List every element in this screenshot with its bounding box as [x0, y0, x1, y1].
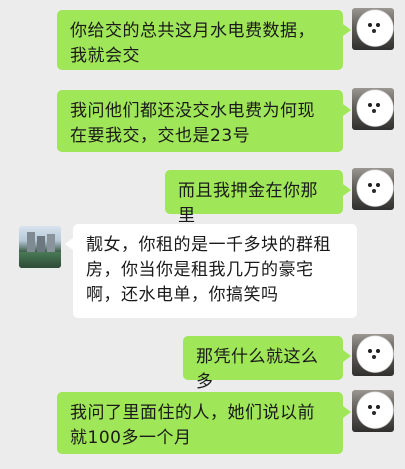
user-avatar[interactable] [352, 8, 394, 50]
user-avatar[interactable] [352, 390, 394, 432]
message-text: 那凭什么就这么多 [196, 347, 319, 392]
message-row-outgoing: 那凭什么就这么多 [0, 334, 405, 392]
message-row-outgoing: 我问他们都还没交水电费为何现在要我交，交也是23号 [0, 88, 405, 152]
user-avatar[interactable] [352, 334, 394, 376]
message-bubble-outgoing[interactable]: 你给交的总共这月水电费数据，我就会交 [57, 10, 351, 70]
user-avatar[interactable] [352, 168, 394, 210]
message-row-outgoing: 而且我押金在你那里 [0, 168, 405, 226]
message-text: 我问了里面住的人，她们说以前就100多一个月 [70, 403, 315, 448]
message-text: 靓女，你租的是一千多块的群租房，你当你是租我几万的豪宅啊，还水电单，你搞笑吗 [86, 235, 331, 305]
message-bubble-outgoing[interactable]: 而且我押金在你那里 [165, 170, 351, 226]
message-text: 我问他们都还没交水电费为何现在要我交，交也是23号 [70, 101, 315, 146]
message-bubble-outgoing[interactable]: 那凭什么就这么多 [183, 336, 351, 392]
message-text: 你给交的总共这月水电费数据，我就会交 [70, 21, 315, 66]
contact-avatar[interactable] [19, 226, 61, 268]
message-row-outgoing: 你给交的总共这月水电费数据，我就会交 [0, 8, 405, 70]
user-avatar[interactable] [352, 88, 394, 130]
message-bubble-incoming[interactable]: 靓女，你租的是一千多块的群租房，你当你是租我几万的豪宅啊，还水电单，你搞笑吗 [65, 224, 357, 318]
message-row-incoming: 靓女，你租的是一千多块的群租房，你当你是租我几万的豪宅啊，还水电单，你搞笑吗 [0, 224, 405, 320]
chat-window: 你给交的总共这月水电费数据，我就会交 我问他们都还没交水电费为何现在要我交，交也… [0, 0, 405, 469]
message-bubble-outgoing[interactable]: 我问了里面住的人，她们说以前就100多一个月 [57, 392, 351, 454]
message-row-outgoing: 我问了里面住的人，她们说以前就100多一个月 [0, 390, 405, 456]
message-bubble-outgoing[interactable]: 我问他们都还没交水电费为何现在要我交，交也是23号 [57, 90, 351, 152]
message-text: 而且我押金在你那里 [178, 181, 318, 226]
